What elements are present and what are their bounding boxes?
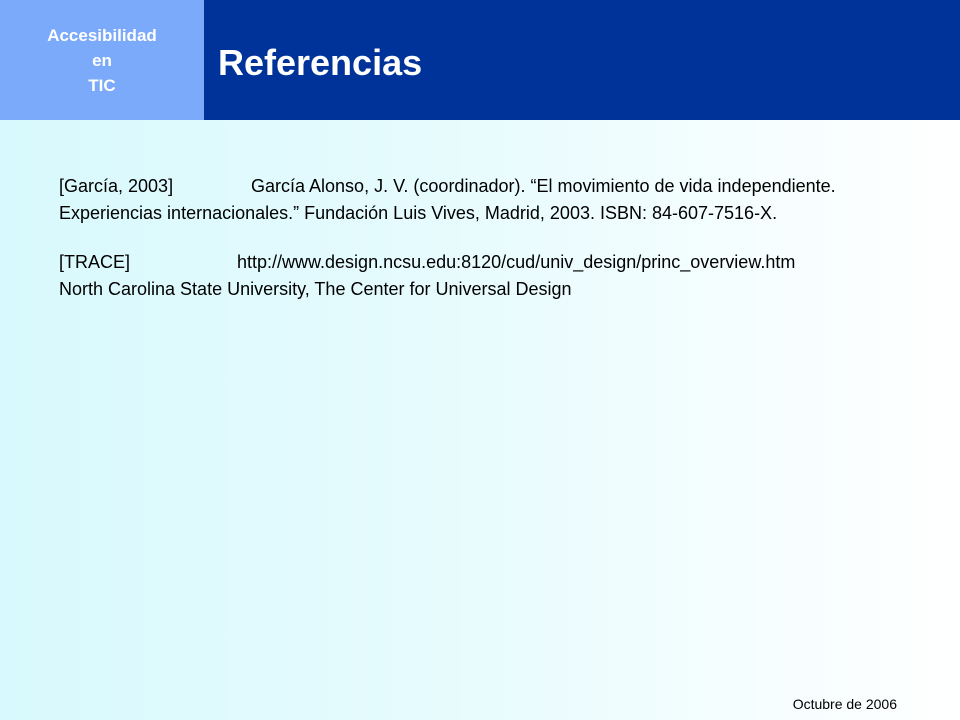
reference-url[interactable]: http://www.design.ncsu.edu:8120/cud/univ… bbox=[237, 252, 795, 272]
topic-box: Accesibilidad en TIC bbox=[0, 0, 204, 120]
topic-line-1: Accesibilidad bbox=[47, 26, 157, 45]
reference-item-trace: [TRACE] http://www.design.ncsu.edu:8120/c… bbox=[59, 249, 919, 303]
topic-line-3: TIC bbox=[88, 76, 116, 95]
reference-key: [TRACE] bbox=[59, 252, 131, 272]
reference-item-garcia: [García, 2003] García Alonso, J. V. (coor… bbox=[59, 173, 919, 227]
reference-key: [García, 2003] bbox=[59, 176, 174, 196]
reference-text: North Carolina State University, The Cen… bbox=[59, 279, 572, 299]
title-bar: Referencias bbox=[204, 0, 960, 120]
topic-line-2: en bbox=[92, 51, 112, 70]
slide-title: Referencias bbox=[218, 42, 423, 83]
references-list: [García, 2003] García Alonso, J. V. (coor… bbox=[59, 173, 919, 325]
footer-date: Octubre de 2006 bbox=[792, 696, 897, 712]
